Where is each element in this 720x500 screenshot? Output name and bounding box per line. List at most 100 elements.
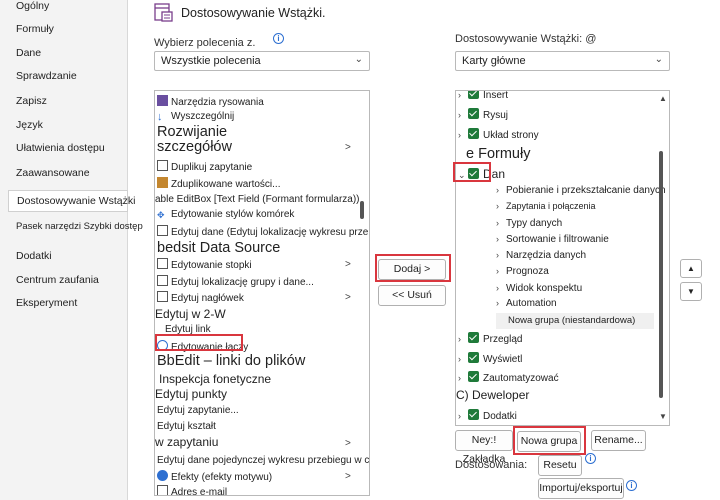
- nav-item-save[interactable]: Zapisz: [16, 95, 47, 107]
- expand-icon[interactable]: ›: [496, 250, 506, 260]
- expand-icon[interactable]: ›: [496, 298, 506, 308]
- expand-icon[interactable]: ›: [458, 354, 468, 364]
- tab-page-layout[interactable]: › Układ strony: [458, 128, 539, 141]
- list-item[interactable]: Duplikuj zapytanie: [157, 160, 252, 173]
- checkbox[interactable]: [468, 352, 479, 363]
- duplicate-values-icon: [157, 177, 168, 188]
- expand-icon[interactable]: ›: [458, 411, 468, 421]
- list-item[interactable]: ↓ Wyszczególnij: [157, 111, 234, 124]
- tab-insert[interactable]: › Insert: [458, 91, 508, 101]
- nav-item-accessibility[interactable]: Ułatwienia dostępu: [16, 142, 105, 154]
- checkbox[interactable]: [468, 409, 479, 420]
- list-item[interactable]: Inspekcja fonetyczne: [159, 372, 271, 386]
- list-item[interactable]: Narzędzia rysowania: [157, 95, 264, 108]
- remove-button[interactable]: << Usuń: [378, 285, 446, 306]
- list-item[interactable]: szczegółów: [157, 139, 232, 155]
- tab-developer[interactable]: C) Deweloper: [456, 388, 529, 402]
- list-item[interactable]: Efekty (efekty motywu): [157, 470, 272, 483]
- expand-icon[interactable]: ›: [496, 218, 506, 228]
- nav-item-quick-access[interactable]: Pasek narzędzi Szybki dostęp: [16, 221, 143, 232]
- new-tab-button[interactable]: Ney:! Zakładka: [455, 430, 513, 465]
- email-icon: [157, 485, 168, 495]
- list-item[interactable]: BbEdit – linki do plików: [157, 353, 305, 369]
- nav-item-advanced[interactable]: Zaawansowane: [16, 167, 90, 179]
- list-item[interactable]: Edytuj dane pojedynczej wykresu przebieg…: [157, 455, 369, 466]
- nav-item-trust-center[interactable]: Centrum zaufania: [16, 274, 99, 286]
- move-down-button[interactable]: ▼: [680, 282, 702, 301]
- group-item[interactable]: › Pobieranie i przekształcanie danych: [496, 185, 666, 196]
- group-item[interactable]: › Widok konspektu: [496, 283, 582, 294]
- expand-icon[interactable]: ›: [496, 234, 506, 244]
- expand-icon[interactable]: ›: [496, 201, 506, 211]
- info-icon[interactable]: i: [585, 453, 596, 464]
- group-item[interactable]: › Narzędzia danych: [496, 250, 586, 261]
- list-item[interactable]: Edytuj punkty: [155, 387, 227, 401]
- list-item[interactable]: Edytuj dane (Edytuj lokalizację wykresu …: [157, 225, 369, 238]
- scroll-down-icon[interactable]: ▼: [659, 412, 667, 421]
- expand-icon[interactable]: ›: [496, 185, 506, 195]
- tab-view[interactable]: › Wyświetl: [458, 352, 522, 365]
- list-item[interactable]: Edytuj zapytanie...: [157, 405, 239, 416]
- info-icon[interactable]: i: [626, 480, 637, 491]
- highlight-box: [453, 162, 491, 182]
- scroll-up-icon[interactable]: ▲: [659, 94, 667, 103]
- move-up-button[interactable]: ▲: [680, 259, 702, 278]
- scrollbar-thumb[interactable]: [360, 201, 364, 219]
- list-item[interactable]: Edytuj kształt: [157, 421, 216, 432]
- group-item[interactable]: › Sortowanie i filtrowanie: [496, 234, 609, 245]
- expand-icon[interactable]: ›: [496, 283, 506, 293]
- nav-item-data[interactable]: Dane: [16, 47, 41, 59]
- rename-button[interactable]: Rename...: [591, 430, 646, 451]
- tab-automate[interactable]: › Zautomatyzować: [458, 371, 559, 384]
- checkbox[interactable]: [468, 371, 479, 382]
- expand-icon[interactable]: ›: [458, 91, 468, 100]
- group-item[interactable]: › Zapytania i połączenia: [496, 201, 596, 211]
- list-item[interactable]: Adres e-mail: [157, 485, 227, 495]
- group-item[interactable]: › Prognoza: [496, 266, 549, 277]
- checkbox[interactable]: [468, 128, 479, 139]
- group-item-new[interactable]: Nowa grupa (niestandardowa): [508, 315, 635, 326]
- choose-commands-label: Wybierz polecenia z.: [154, 37, 256, 49]
- nav-item-customize-ribbon[interactable]: Dostosowywanie Wstążki: [8, 190, 135, 212]
- tab-addins[interactable]: › Dodatki: [458, 409, 517, 422]
- nav-item-proofing[interactable]: Sprawdzanie: [16, 70, 77, 82]
- tab-review[interactable]: › Przegląd: [458, 332, 522, 345]
- expand-icon[interactable]: ›: [458, 110, 468, 120]
- checkbox[interactable]: [468, 108, 479, 119]
- list-item[interactable]: able EditBox [Text Field (Formant formul…: [155, 194, 360, 205]
- choose-commands-dropdown[interactable]: Wszystkie polecenia ⌄: [154, 51, 370, 71]
- scrollbar-thumb[interactable]: [659, 151, 663, 398]
- nav-item-general[interactable]: Ogólny: [16, 0, 49, 12]
- nav-item-experiment[interactable]: Eksperyment: [16, 297, 77, 309]
- tab-formulas[interactable]: e Formuły: [466, 146, 530, 162]
- ribbon-tabs-tree[interactable]: › Insert › Rysuj › Układ strony e Formuły ⌄…: [455, 90, 670, 426]
- list-item[interactable]: Edytuj lokalizację grupy i dane...: [157, 275, 314, 288]
- list-item[interactable]: bedsit Data Source: [157, 240, 280, 256]
- checkbox[interactable]: [468, 91, 479, 99]
- highlight-box: [375, 254, 451, 282]
- expand-icon[interactable]: ›: [496, 266, 506, 276]
- nav-item-language[interactable]: Język: [16, 119, 43, 131]
- commands-list[interactable]: Narzędzia rysowania ↓ Wyszczególnij Rozwi…: [154, 90, 370, 496]
- list-item[interactable]: Edytuj w 2-W: [155, 307, 226, 321]
- import-export-button[interactable]: Importuj/eksportuj: [538, 478, 624, 499]
- reset-button[interactable]: Resetu: [538, 455, 582, 476]
- list-item[interactable]: Edytowanie stopki: [157, 258, 252, 271]
- list-item[interactable]: Zduplikowane wartości...: [157, 177, 281, 190]
- nav-item-addins[interactable]: Dodatki: [16, 250, 52, 262]
- tab-draw[interactable]: › Rysuj: [458, 108, 508, 121]
- ribbon-tabs-dropdown[interactable]: Karty główne ⌄: [455, 51, 670, 71]
- group-item[interactable]: › Automation: [496, 298, 557, 309]
- expand-icon[interactable]: ›: [458, 130, 468, 140]
- group-item[interactable]: › Typy danych: [496, 218, 562, 229]
- list-item[interactable]: Rozwijanie: [157, 124, 227, 140]
- checkbox[interactable]: [468, 332, 479, 343]
- list-item[interactable]: w zapytaniu: [155, 435, 218, 449]
- cell-styles-icon: ✥: [157, 210, 165, 220]
- list-item[interactable]: Edytuj nagłówek: [157, 291, 244, 304]
- info-icon[interactable]: i: [273, 33, 284, 44]
- expand-icon[interactable]: ›: [458, 373, 468, 383]
- nav-item-formulas[interactable]: Formuły: [16, 23, 54, 35]
- expand-icon[interactable]: ›: [458, 334, 468, 344]
- list-item[interactable]: ✥ Edytowanie stylów komórek: [157, 209, 294, 221]
